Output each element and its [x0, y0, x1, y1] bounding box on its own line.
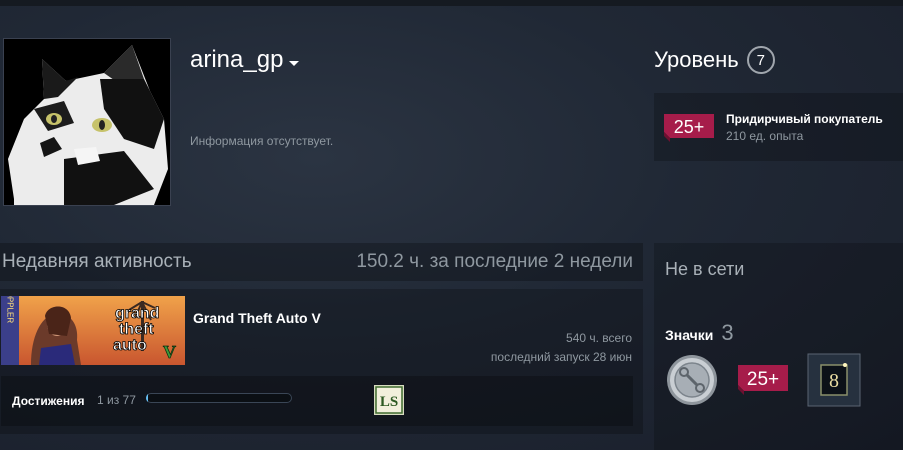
achievements-count: 1 из 77: [97, 393, 136, 407]
badge-list: 25+ 8: [665, 353, 861, 407]
game-capsule[interactable]: DOPPLER grand theft auto V: [1, 296, 185, 365]
level-label: Уровень: [654, 47, 739, 72]
game-hours-total: 540 ч. всего: [566, 331, 632, 345]
achievement-icon[interactable]: LS: [374, 385, 404, 415]
level-section: Уровень 7: [654, 46, 775, 74]
favorite-badge-name: Придирчивый покупатель: [726, 111, 883, 126]
recent-activity-header: Недавняя активность 150.2 ч. за последни…: [0, 243, 643, 281]
capsule-line-3: auto: [113, 337, 147, 354]
level-badge[interactable]: 7: [746, 46, 775, 74]
achievements-box: Достижения 1 из 77 LS: [1, 376, 633, 426]
achievements-progress-bar: [146, 393, 292, 403]
8-badge-icon[interactable]: 8: [807, 353, 861, 407]
avatar[interactable]: [4, 39, 170, 205]
favorite-badge-icon-text: 25+: [674, 117, 705, 137]
game-last-played: последний запуск 28 июн: [490, 350, 632, 364]
top-bar: [0, 0, 903, 6]
badges-count: 3: [721, 320, 734, 345]
game-name[interactable]: Grand Theft Auto V: [193, 310, 321, 326]
favorite-badge[interactable]: 25+ Придирчивый покупатель 210 ед. опыта: [654, 93, 903, 161]
gta-v-capsule-image: DOPPLER grand theft auto V: [1, 296, 185, 365]
capsule-side-text: DOPPLER: [6, 296, 15, 323]
badges-label[interactable]: Значки: [665, 327, 713, 343]
recent-activity-hours: 150.2 ч. за последние 2 недели: [356, 251, 633, 272]
achievements-progress-fill: [146, 393, 149, 403]
25-plus-badge-icon[interactable]: 25+: [736, 353, 790, 407]
favorite-badge-xp: 210 ед. опыта: [726, 128, 804, 143]
capsule-line-2: theft: [119, 321, 154, 338]
capsule-line-1: grand: [115, 305, 159, 322]
chevron-down-icon[interactable]: [289, 60, 300, 66]
status-panel: Не в сети Значки 3 25+ 8: [654, 243, 903, 450]
achievements-label[interactable]: Достижения: [12, 394, 84, 408]
cat-avatar-image: [4, 39, 170, 205]
recent-activity-title: Недавняя активность: [2, 251, 192, 272]
game-activity-panel: DOPPLER grand theft auto V Grand Theft A…: [0, 289, 643, 434]
badges-header[interactable]: Значки 3: [665, 320, 734, 346]
25-plus-badge-icon: 25+: [664, 114, 714, 142]
profile-summary: Информация отсутствует.: [190, 134, 334, 148]
achievement-icon-text: LS: [380, 394, 398, 410]
online-status: Не в сети: [665, 259, 745, 279]
badge-2-text: 25+: [747, 369, 779, 390]
username: arina_gp: [190, 46, 284, 73]
capsule-numeral: V: [163, 342, 176, 362]
badge-3-text: 8: [829, 370, 839, 392]
silver-coin-badge-icon[interactable]: [665, 353, 719, 407]
